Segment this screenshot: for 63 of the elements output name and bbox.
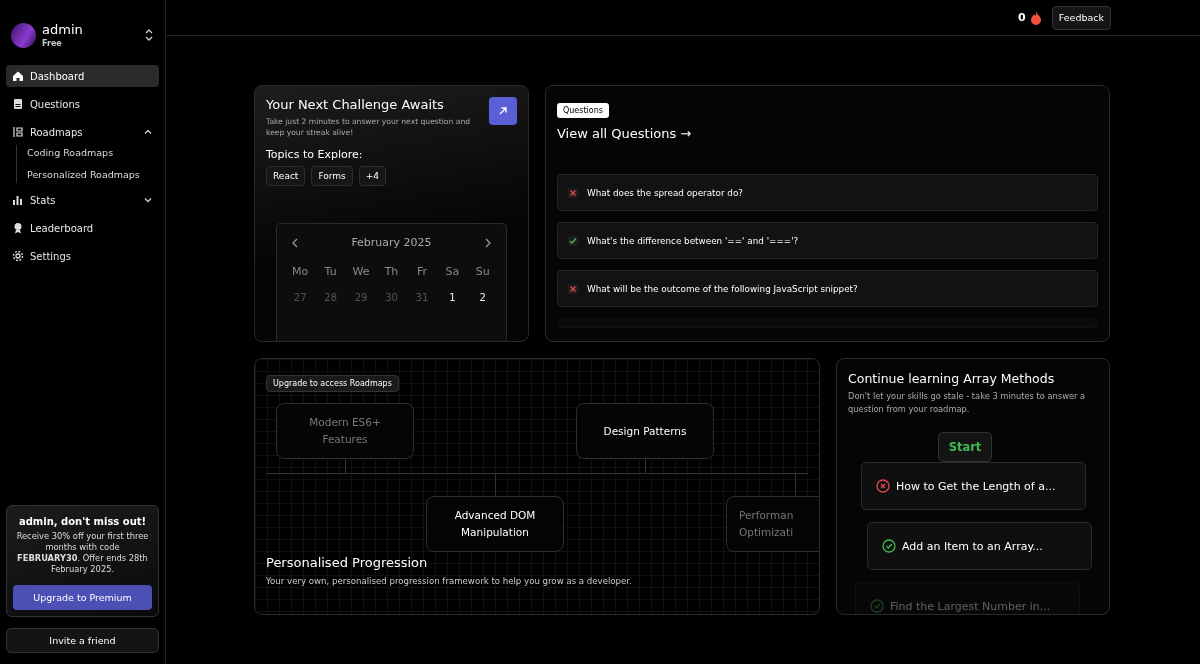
roadmap-node: Advanced DOM Manipulation <box>426 496 564 552</box>
nav-item[interactable]: Dashboard <box>6 65 159 87</box>
chevron-left-icon[interactable] <box>291 237 299 248</box>
subnav-item[interactable]: Coding Roadmaps <box>27 145 159 161</box>
weekday-label: Sa <box>444 265 461 278</box>
user-name: admin <box>42 22 84 37</box>
nav-item[interactable]: Roadmaps <box>6 121 159 143</box>
gear-icon <box>12 250 24 262</box>
roadmap-node: Performan Optimizati <box>726 496 819 552</box>
caret-icon <box>143 127 153 137</box>
weekday-label: Su <box>474 265 491 278</box>
promo-text: Receive 30% off your first three months with code FEBRUARY30. Offer ends 28th February 2025. <box>15 531 150 575</box>
calendar-month: February 2025 <box>351 236 432 249</box>
continue-title: Continue learning Array Methods <box>848 371 1056 386</box>
weekday-label: Tu <box>323 265 338 278</box>
invite-button[interactable]: Invite a friend <box>6 628 159 653</box>
roadmap-text: Your very own, personalised progression framework to help you grow as a developer. <box>266 576 633 586</box>
questions-badge: Questions <box>557 103 609 118</box>
flame-icon <box>1029 10 1042 25</box>
roadmaps-icon <box>12 126 24 138</box>
topic-chip[interactable]: React <box>266 166 306 186</box>
topics-label: Topics to Explore: <box>266 148 364 161</box>
question-row[interactable]: What's the difference between '==' and '==='? <box>557 222 1098 259</box>
award-icon <box>12 222 24 234</box>
question-row[interactable]: What does the spread operator do? <box>557 174 1098 211</box>
weekday-label: Fr <box>415 265 428 278</box>
question-row[interactable]: What will be the outcome of the following JavaScript snippet? <box>557 270 1098 307</box>
nav-item[interactable]: Stats <box>6 189 159 211</box>
weekday-label: Mo <box>291 265 310 278</box>
roadmap-node: Design Patterns <box>576 403 714 459</box>
continue-text: Don't let your skills go stale - take 3 minutes to answer a question from your roadmap. <box>848 390 1087 416</box>
feedback-button[interactable]: Feedback <box>1051 5 1111 30</box>
challenge-title: Your Next Challenge Awaits <box>266 97 445 112</box>
arrow-up-right-icon <box>498 106 508 116</box>
calendar-day[interactable]: 2 <box>467 292 498 303</box>
chevron-right-icon[interactable] <box>484 237 492 248</box>
open-button[interactable] <box>489 97 517 125</box>
nav-item[interactable]: Settings <box>6 245 159 267</box>
weekday-label: We <box>351 265 371 278</box>
start-tooltip[interactable]: Start <box>937 432 993 462</box>
topic-chip[interactable]: +4 <box>358 166 387 186</box>
view-all-questions-link[interactable]: View all Questions → <box>557 126 1098 141</box>
chevrons-icon[interactable] <box>144 28 154 42</box>
promo-title: admin, don't miss out! <box>17 516 148 527</box>
stats-icon <box>12 194 24 206</box>
upgrade-badge: Upgrade to access Roadmaps <box>266 375 399 392</box>
calendar-day[interactable]: 1 <box>437 292 468 303</box>
roadmap-title: Personalised Progression <box>266 555 429 570</box>
streak-count: 0 <box>1018 11 1026 24</box>
subnav-item[interactable]: Personalized Roadmaps <box>27 167 159 183</box>
caret-icon <box>143 195 153 205</box>
questions-icon <box>12 98 24 110</box>
nav-item[interactable]: Questions <box>6 93 159 115</box>
avatar[interactable] <box>11 22 36 48</box>
roadmap-question[interactable]: How to Get the Length of a... <box>861 462 1086 510</box>
user-plan: Free <box>42 39 63 48</box>
weekday-label: Th <box>383 265 400 278</box>
nav-item[interactable]: Leaderboard <box>6 217 159 239</box>
roadmap-question[interactable]: Add an Item to an Array... <box>867 522 1092 570</box>
topic-chip[interactable]: Forms <box>311 166 353 186</box>
home-icon <box>12 70 24 82</box>
upgrade-button[interactable]: Upgrade to Premium <box>13 585 152 610</box>
roadmap-node: Modern ES6+ Features <box>276 403 414 459</box>
